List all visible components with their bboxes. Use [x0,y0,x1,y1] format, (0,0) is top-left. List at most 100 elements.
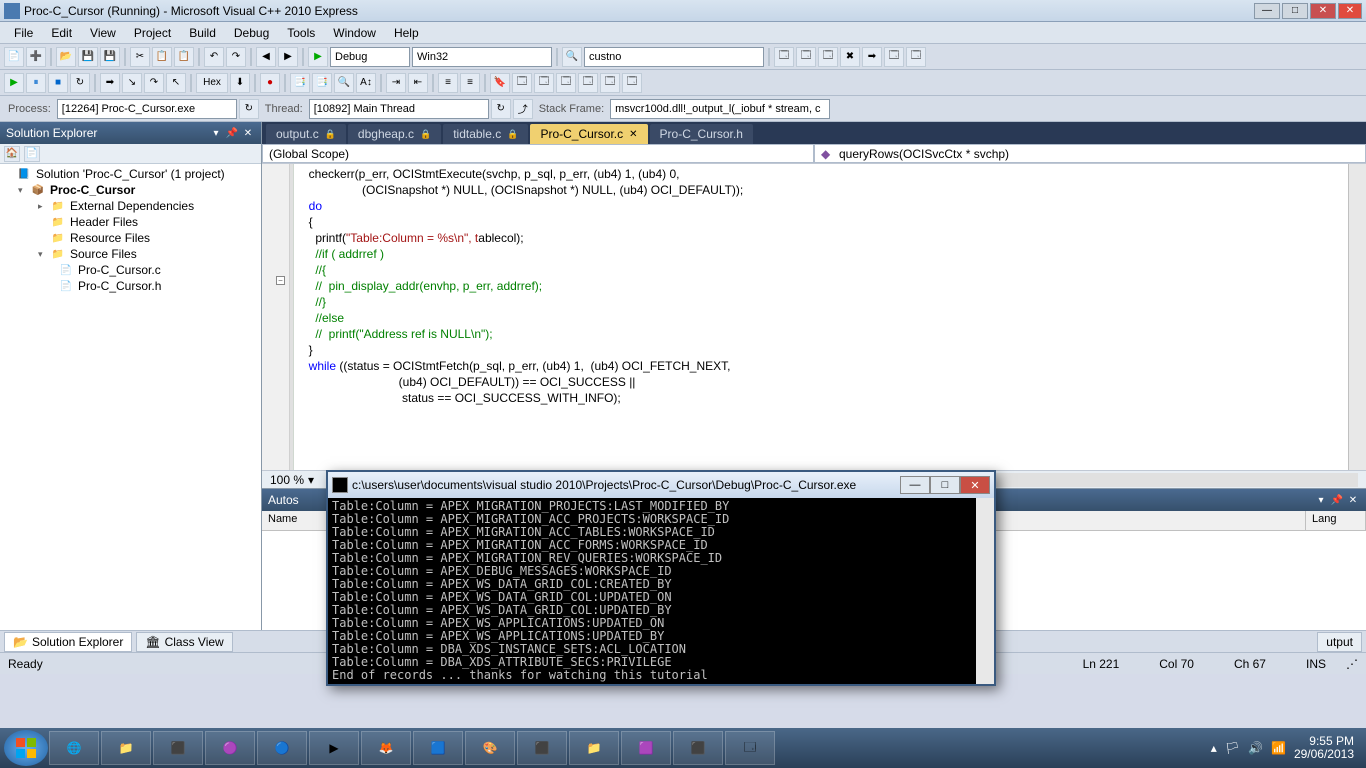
bottom-tab-class-view[interactable]: 🏛Class View [136,632,232,652]
zoom-level[interactable]: 100 % [270,473,304,487]
task-ie[interactable]: 🌐 [49,731,99,765]
open-icon[interactable]: 📂 [56,47,76,67]
tb2-icon-6[interactable]: 🗔 [512,73,532,93]
collapse-icon[interactable]: − [276,276,285,285]
tree-project[interactable]: ▾ 📦 Proc-C_Cursor [0,182,261,198]
maximize-button[interactable]: □ [1282,3,1308,19]
uncomment-icon[interactable]: ≡ [460,73,480,93]
panel-dropdown-icon[interactable]: ▾ [209,126,223,140]
bottom-tab-output[interactable]: utput [1317,632,1362,652]
tb2-icon-7[interactable]: 🗔 [534,73,554,93]
task-chrome[interactable]: 🔵 [257,731,307,765]
se-icon-2[interactable]: 📄 [24,146,40,162]
menu-debug[interactable]: Debug [226,24,277,42]
resize-grip-icon[interactable]: ⋰ [1346,657,1358,671]
task-app-4[interactable]: ⬛ [673,731,723,765]
tray-up-icon[interactable]: ▴ [1211,741,1217,755]
thread-refresh-icon[interactable]: ↻ [491,99,511,119]
process-combo[interactable]: [12264] Proc-C_Cursor.exe [57,99,237,119]
tree-file-h[interactable]: 📄 Pro-C_Cursor.h [0,278,261,294]
comment-icon[interactable]: ≡ [438,73,458,93]
redo-icon[interactable]: ↷ [226,47,246,67]
panel-close-icon[interactable]: ✕ [1346,493,1360,507]
tray-volume-icon[interactable]: 🔊 [1248,741,1263,755]
tb2-icon-8[interactable]: 🗔 [556,73,576,93]
task-media[interactable]: ▶ [309,731,359,765]
tb-icon-1[interactable]: 🗔 [774,47,794,67]
tb2-icon-11[interactable]: 🗔 [622,73,642,93]
task-app-1[interactable]: ⬛ [153,731,203,765]
autos-col-lang[interactable]: Lang [1306,511,1366,530]
code-editor[interactable]: − checkerr(p_err, OCIStmtExecute(svchp, … [262,164,1366,470]
copy-icon[interactable]: 📋 [152,47,172,67]
show-next-icon[interactable]: ➡ [100,73,120,93]
console-output[interactable]: Table:Column = APEX_MIGRATION_PROJECTS:L… [328,498,976,684]
nav-fwd-icon[interactable]: ▶ [278,47,298,67]
menu-edit[interactable]: Edit [43,24,80,42]
find-in-files-icon[interactable]: 🔍 [562,47,582,67]
task-explorer[interactable]: 📁 [101,731,151,765]
continue-icon[interactable]: ▶ [4,73,24,93]
tb-icon-3[interactable]: 🗔 [818,47,838,67]
tb2-icon-2[interactable]: 📑 [290,73,310,93]
step-into-icon[interactable]: ↘ [122,73,142,93]
bottom-tab-solution-explorer[interactable]: 📂Solution Explorer [4,632,132,652]
tb2-icon-10[interactable]: 🗔 [600,73,620,93]
se-icon-1[interactable]: 🏠 [4,146,20,162]
tab-dbgheap-c[interactable]: dbgheap.c🔒 [348,124,441,144]
scope-global-combo[interactable]: (Global Scope) [262,144,814,163]
close-button[interactable]: ✕ [1310,3,1336,19]
tree-source-files[interactable]: ▾ 📁 Source Files [0,246,261,262]
undo-icon[interactable]: ↶ [204,47,224,67]
task-firefox[interactable]: 🦊 [361,731,411,765]
console-minimize-button[interactable]: — [900,476,930,494]
thread-icon-2[interactable]: ⤴ [513,99,533,119]
config-combo[interactable]: Debug [330,47,410,67]
tb-icon-7[interactable]: 🗔 [906,47,926,67]
platform-combo[interactable]: Win32 [412,47,552,67]
start-button[interactable] [4,730,48,766]
tb-icon-2[interactable]: 🗔 [796,47,816,67]
menu-view[interactable]: View [82,24,124,42]
task-app-3[interactable]: 📁 [569,731,619,765]
task-vs[interactable]: 🟪 [621,731,671,765]
process-refresh-icon[interactable]: ↻ [239,99,259,119]
tb-icon-4[interactable]: ✖ [840,47,860,67]
tree-solution[interactable]: 📘 Solution 'Proc-C_Cursor' (1 project) [0,166,261,182]
tree-header-files[interactable]: 📁 Header Files [0,214,261,230]
tab-tidtable-c[interactable]: tidtable.c🔒 [443,124,528,144]
tb-icon-5[interactable]: ➡ [862,47,882,67]
step-out-icon[interactable]: ↖ [166,73,186,93]
console-scrollbar[interactable] [976,498,994,684]
tray-network-icon[interactable]: 📶 [1271,741,1286,755]
add-item-icon[interactable]: ➕ [26,47,46,67]
tb2-icon-5[interactable]: A↕ [356,73,376,93]
tray-clock[interactable]: 9:55 PM 29/06/2013 [1294,735,1354,761]
task-paint[interactable]: 🎨 [465,731,515,765]
console-titlebar[interactable]: c:\users\user\documents\visual studio 20… [328,472,994,498]
panel-pin-icon[interactable]: 📌 [225,126,239,140]
find-combo[interactable]: custno [584,47,764,67]
stack-combo[interactable]: msvcr100d.dll!_output_l(_iobuf * stream,… [610,99,830,119]
task-app-5[interactable]: 🗔 [725,731,775,765]
tree-file-c[interactable]: 📄 Pro-C_Cursor.c [0,262,261,278]
tree-ext-deps[interactable]: ▸ 📁 External Dependencies [0,198,261,214]
menu-build[interactable]: Build [181,24,224,42]
console-close-button[interactable]: ✕ [960,476,990,494]
panel-dropdown-icon[interactable]: ▾ [1314,493,1328,507]
panel-pin-icon[interactable]: 📌 [1330,493,1344,507]
tab-pro-c-cursor-h[interactable]: Pro-C_Cursor.h [650,124,753,144]
console-maximize-button[interactable]: □ [930,476,960,494]
tb2-icon-4[interactable]: 🔍 [334,73,354,93]
save-all-icon[interactable]: 💾 [100,47,120,67]
nav-back-icon[interactable]: ◀ [256,47,276,67]
paste-icon[interactable]: 📋 [174,47,194,67]
outdent-icon[interactable]: ⇤ [408,73,428,93]
tb-icon-6[interactable]: 🗔 [884,47,904,67]
code-content[interactable]: checkerr(p_err, OCIStmtExecute(svchp, p_… [294,164,1348,470]
outer-close-button[interactable]: ✕ [1338,3,1362,19]
new-project-icon[interactable]: 📄 [4,47,24,67]
bookmark-icon[interactable]: 🔖 [490,73,510,93]
stop-icon[interactable]: ■ [48,73,68,93]
step-over-icon[interactable]: ↷ [144,73,164,93]
